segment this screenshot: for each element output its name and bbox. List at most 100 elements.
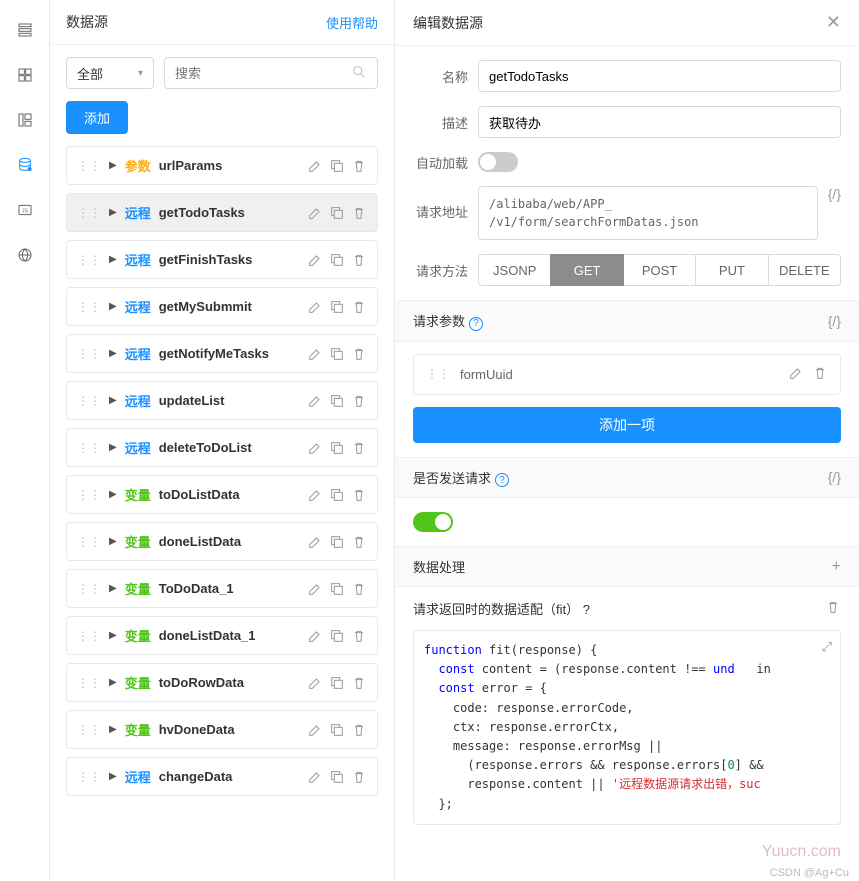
delete-icon[interactable] <box>351 205 367 221</box>
help-icon[interactable]: ? <box>495 473 509 487</box>
code-block[interactable]: ⤢ function fit(response) { const content… <box>413 630 841 825</box>
drag-handle-icon[interactable]: ⋮⋮ <box>77 442 101 454</box>
drag-handle-icon[interactable]: ⋮⋮ <box>77 536 101 548</box>
drag-handle-icon[interactable]: ⋮⋮ <box>77 254 101 266</box>
datasource-item[interactable]: ⋮⋮▶变量doneListData <box>66 522 378 561</box>
copy-icon[interactable] <box>329 487 345 503</box>
datasource-item[interactable]: ⋮⋮▶变量ToDoData_1 <box>66 569 378 608</box>
datasource-item[interactable]: ⋮⋮▶变量doneListData_1 <box>66 616 378 655</box>
edit-icon[interactable] <box>307 487 323 503</box>
expand-arrow-icon[interactable]: ▶ <box>109 395 117 406</box>
brace-icon[interactable]: {/} <box>828 313 841 329</box>
edit-icon[interactable] <box>307 628 323 644</box>
expand-arrow-icon[interactable]: ▶ <box>109 771 117 782</box>
datasource-item[interactable]: ⋮⋮▶远程deleteToDoList <box>66 428 378 467</box>
drag-handle-icon[interactable]: ⋮⋮ <box>77 207 101 219</box>
expand-arrow-icon[interactable]: ▶ <box>109 724 117 735</box>
edit-icon[interactable] <box>307 252 323 268</box>
edit-icon[interactable] <box>307 440 323 456</box>
delete-icon[interactable] <box>351 534 367 550</box>
send-req-toggle[interactable] <box>413 512 453 532</box>
edit-icon[interactable] <box>307 158 323 174</box>
delete-icon[interactable] <box>351 158 367 174</box>
drag-handle-icon[interactable]: ⋮⋮ <box>77 583 101 595</box>
search-input[interactable] <box>175 66 351 81</box>
delete-icon[interactable] <box>351 252 367 268</box>
close-icon[interactable]: ✕ <box>826 12 841 33</box>
rail-outline-icon[interactable] <box>15 20 35 40</box>
delete-icon[interactable] <box>351 675 367 691</box>
copy-icon[interactable] <box>329 581 345 597</box>
copy-icon[interactable] <box>329 628 345 644</box>
method-post[interactable]: POST <box>623 254 696 286</box>
expand-arrow-icon[interactable]: ▶ <box>109 348 117 359</box>
delete-icon[interactable] <box>351 346 367 362</box>
edit-icon[interactable] <box>307 722 323 738</box>
expand-arrow-icon[interactable]: ▶ <box>109 677 117 688</box>
delete-icon[interactable] <box>351 487 367 503</box>
edit-icon[interactable] <box>307 581 323 597</box>
method-delete[interactable]: DELETE <box>768 254 841 286</box>
method-jsonp[interactable]: JSONP <box>478 254 551 286</box>
datasource-item[interactable]: ⋮⋮▶远程changeData <box>66 757 378 796</box>
filter-select[interactable]: 全部 ▾ <box>66 57 154 89</box>
drag-handle-icon[interactable]: ⋮⋮ <box>77 348 101 360</box>
datasource-item[interactable]: ⋮⋮▶远程getTodoTasks <box>66 193 378 232</box>
datasource-item[interactable]: ⋮⋮▶变量toDoListData <box>66 475 378 514</box>
search-icon[interactable] <box>351 64 367 83</box>
method-get[interactable]: GET <box>550 254 623 286</box>
copy-icon[interactable] <box>329 393 345 409</box>
rail-database-icon[interactable] <box>15 155 35 175</box>
add-button[interactable]: 添加 <box>66 101 128 134</box>
expand-arrow-icon[interactable]: ▶ <box>109 630 117 641</box>
datasource-item[interactable]: ⋮⋮▶变量hvDoneData <box>66 710 378 749</box>
expand-arrow-icon[interactable]: ▶ <box>109 160 117 171</box>
rail-grid-icon[interactable] <box>15 65 35 85</box>
edit-icon[interactable] <box>307 299 323 315</box>
brace-icon[interactable]: {/} <box>828 186 841 202</box>
copy-icon[interactable] <box>329 299 345 315</box>
help-icon[interactable]: ? <box>583 602 590 617</box>
rail-globe-icon[interactable] <box>15 245 35 265</box>
delete-icon[interactable] <box>825 599 841 618</box>
drag-handle-icon[interactable]: ⋮⋮ <box>77 677 101 689</box>
copy-icon[interactable] <box>329 158 345 174</box>
desc-input[interactable] <box>478 106 841 138</box>
drag-handle-icon[interactable]: ⋮⋮ <box>426 368 450 380</box>
delete-icon[interactable] <box>351 581 367 597</box>
expand-arrow-icon[interactable]: ▶ <box>109 207 117 218</box>
drag-handle-icon[interactable]: ⋮⋮ <box>77 724 101 736</box>
delete-icon[interactable] <box>351 393 367 409</box>
brace-icon[interactable]: {/} <box>828 469 841 485</box>
edit-icon[interactable] <box>307 769 323 785</box>
datasource-item[interactable]: ⋮⋮▶变量toDoRowData <box>66 663 378 702</box>
delete-icon[interactable] <box>351 440 367 456</box>
drag-handle-icon[interactable]: ⋮⋮ <box>77 489 101 501</box>
datasource-item[interactable]: ⋮⋮▶参数urlParams <box>66 146 378 185</box>
plus-icon[interactable]: + <box>832 558 841 576</box>
datasource-item[interactable]: ⋮⋮▶远程getMySubmmit <box>66 287 378 326</box>
datasource-item[interactable]: ⋮⋮▶远程updateList <box>66 381 378 420</box>
expand-icon[interactable]: ⤢ <box>822 639 832 655</box>
rail-js-icon[interactable]: JS <box>15 200 35 220</box>
delete-icon[interactable] <box>351 299 367 315</box>
expand-arrow-icon[interactable]: ▶ <box>109 489 117 500</box>
name-input[interactable] <box>478 60 841 92</box>
copy-icon[interactable] <box>329 769 345 785</box>
edit-icon[interactable] <box>788 365 804 384</box>
expand-arrow-icon[interactable]: ▶ <box>109 583 117 594</box>
copy-icon[interactable] <box>329 252 345 268</box>
datasource-item[interactable]: ⋮⋮▶远程getFinishTasks <box>66 240 378 279</box>
method-put[interactable]: PUT <box>695 254 768 286</box>
expand-arrow-icon[interactable]: ▶ <box>109 301 117 312</box>
drag-handle-icon[interactable]: ⋮⋮ <box>77 301 101 313</box>
edit-icon[interactable] <box>307 675 323 691</box>
search-box[interactable] <box>164 57 378 89</box>
drag-handle-icon[interactable]: ⋮⋮ <box>77 160 101 172</box>
copy-icon[interactable] <box>329 440 345 456</box>
copy-icon[interactable] <box>329 722 345 738</box>
expand-arrow-icon[interactable]: ▶ <box>109 442 117 453</box>
copy-icon[interactable] <box>329 675 345 691</box>
drag-handle-icon[interactable]: ⋮⋮ <box>77 630 101 642</box>
help-icon[interactable]: ? <box>469 317 483 331</box>
